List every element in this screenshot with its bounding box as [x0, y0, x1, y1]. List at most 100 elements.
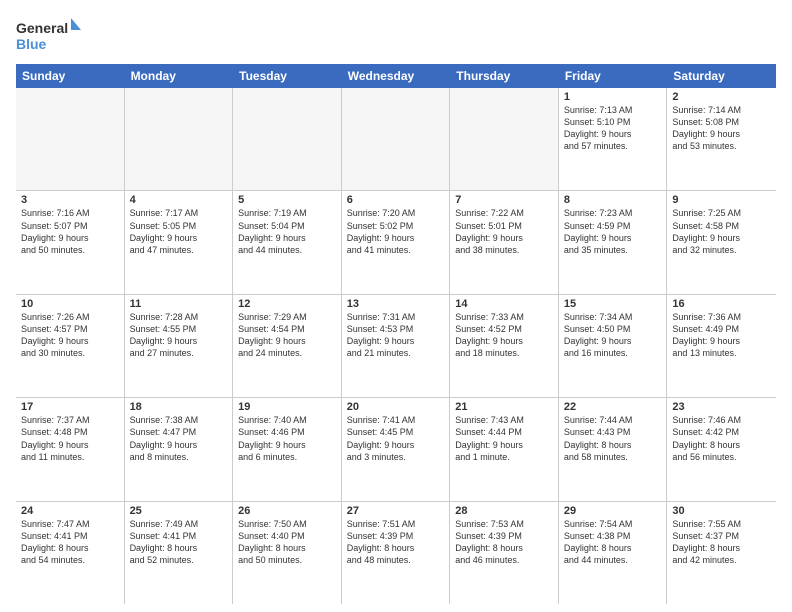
day-number: 20: [347, 401, 445, 413]
calendar-cell: 9Sunrise: 7:25 AM Sunset: 4:58 PM Daylig…: [667, 191, 776, 293]
calendar-cell: 23Sunrise: 7:46 AM Sunset: 4:42 PM Dayli…: [667, 398, 776, 500]
calendar-cell: 1Sunrise: 7:13 AM Sunset: 5:10 PM Daylig…: [559, 88, 668, 190]
day-number: 24: [21, 505, 119, 517]
day-info: Sunrise: 7:23 AM Sunset: 4:59 PM Dayligh…: [564, 207, 662, 256]
calendar-cell: 20Sunrise: 7:41 AM Sunset: 4:45 PM Dayli…: [342, 398, 451, 500]
day-info: Sunrise: 7:22 AM Sunset: 5:01 PM Dayligh…: [455, 207, 553, 256]
day-info: Sunrise: 7:13 AM Sunset: 5:10 PM Dayligh…: [564, 104, 662, 153]
day-header-monday: Monday: [125, 64, 234, 88]
svg-text:Blue: Blue: [16, 36, 47, 52]
day-number: 26: [238, 505, 336, 517]
day-number: 1: [564, 91, 662, 103]
calendar-cell: 8Sunrise: 7:23 AM Sunset: 4:59 PM Daylig…: [559, 191, 668, 293]
day-info: Sunrise: 7:36 AM Sunset: 4:49 PM Dayligh…: [672, 311, 771, 360]
day-info: Sunrise: 7:55 AM Sunset: 4:37 PM Dayligh…: [672, 518, 771, 567]
day-number: 21: [455, 401, 553, 413]
day-number: 9: [672, 194, 771, 206]
svg-text:General: General: [16, 20, 68, 36]
day-info: Sunrise: 7:44 AM Sunset: 4:43 PM Dayligh…: [564, 414, 662, 463]
day-number: 25: [130, 505, 228, 517]
calendar-cell: 3Sunrise: 7:16 AM Sunset: 5:07 PM Daylig…: [16, 191, 125, 293]
day-number: 28: [455, 505, 553, 517]
day-info: Sunrise: 7:34 AM Sunset: 4:50 PM Dayligh…: [564, 311, 662, 360]
day-number: 14: [455, 298, 553, 310]
calendar-cell: 26Sunrise: 7:50 AM Sunset: 4:40 PM Dayli…: [233, 502, 342, 604]
calendar-cell: 7Sunrise: 7:22 AM Sunset: 5:01 PM Daylig…: [450, 191, 559, 293]
day-number: 18: [130, 401, 228, 413]
day-number: 2: [672, 91, 771, 103]
day-number: 3: [21, 194, 119, 206]
calendar-cell: 30Sunrise: 7:55 AM Sunset: 4:37 PM Dayli…: [667, 502, 776, 604]
day-info: Sunrise: 7:38 AM Sunset: 4:47 PM Dayligh…: [130, 414, 228, 463]
calendar-week-4: 17Sunrise: 7:37 AM Sunset: 4:48 PM Dayli…: [16, 398, 776, 501]
day-number: 17: [21, 401, 119, 413]
day-header-thursday: Thursday: [450, 64, 559, 88]
day-info: Sunrise: 7:33 AM Sunset: 4:52 PM Dayligh…: [455, 311, 553, 360]
day-number: 4: [130, 194, 228, 206]
header: GeneralBlue: [16, 16, 776, 56]
day-header-sunday: Sunday: [16, 64, 125, 88]
day-number: 22: [564, 401, 662, 413]
calendar-cell: [450, 88, 559, 190]
day-number: 30: [672, 505, 771, 517]
calendar-cell: 5Sunrise: 7:19 AM Sunset: 5:04 PM Daylig…: [233, 191, 342, 293]
calendar-cell: 18Sunrise: 7:38 AM Sunset: 4:47 PM Dayli…: [125, 398, 234, 500]
day-header-friday: Friday: [559, 64, 668, 88]
day-number: 27: [347, 505, 445, 517]
calendar-cell: 14Sunrise: 7:33 AM Sunset: 4:52 PM Dayli…: [450, 295, 559, 397]
calendar-body: 1Sunrise: 7:13 AM Sunset: 5:10 PM Daylig…: [16, 88, 776, 604]
day-info: Sunrise: 7:40 AM Sunset: 4:46 PM Dayligh…: [238, 414, 336, 463]
day-info: Sunrise: 7:51 AM Sunset: 4:39 PM Dayligh…: [347, 518, 445, 567]
calendar-cell: 13Sunrise: 7:31 AM Sunset: 4:53 PM Dayli…: [342, 295, 451, 397]
day-number: 13: [347, 298, 445, 310]
day-info: Sunrise: 7:16 AM Sunset: 5:07 PM Dayligh…: [21, 207, 119, 256]
day-number: 8: [564, 194, 662, 206]
calendar-cell: 11Sunrise: 7:28 AM Sunset: 4:55 PM Dayli…: [125, 295, 234, 397]
day-header-wednesday: Wednesday: [342, 64, 451, 88]
calendar-week-5: 24Sunrise: 7:47 AM Sunset: 4:41 PM Dayli…: [16, 502, 776, 604]
day-header-saturday: Saturday: [667, 64, 776, 88]
day-info: Sunrise: 7:31 AM Sunset: 4:53 PM Dayligh…: [347, 311, 445, 360]
calendar-cell: 6Sunrise: 7:20 AM Sunset: 5:02 PM Daylig…: [342, 191, 451, 293]
day-info: Sunrise: 7:53 AM Sunset: 4:39 PM Dayligh…: [455, 518, 553, 567]
calendar-header: SundayMondayTuesdayWednesdayThursdayFrid…: [16, 64, 776, 88]
day-number: 6: [347, 194, 445, 206]
day-info: Sunrise: 7:47 AM Sunset: 4:41 PM Dayligh…: [21, 518, 119, 567]
day-info: Sunrise: 7:50 AM Sunset: 4:40 PM Dayligh…: [238, 518, 336, 567]
calendar-cell: 25Sunrise: 7:49 AM Sunset: 4:41 PM Dayli…: [125, 502, 234, 604]
calendar-week-3: 10Sunrise: 7:26 AM Sunset: 4:57 PM Dayli…: [16, 295, 776, 398]
day-number: 5: [238, 194, 336, 206]
day-info: Sunrise: 7:43 AM Sunset: 4:44 PM Dayligh…: [455, 414, 553, 463]
day-info: Sunrise: 7:41 AM Sunset: 4:45 PM Dayligh…: [347, 414, 445, 463]
day-info: Sunrise: 7:25 AM Sunset: 4:58 PM Dayligh…: [672, 207, 771, 256]
day-info: Sunrise: 7:17 AM Sunset: 5:05 PM Dayligh…: [130, 207, 228, 256]
calendar-cell: 24Sunrise: 7:47 AM Sunset: 4:41 PM Dayli…: [16, 502, 125, 604]
day-info: Sunrise: 7:49 AM Sunset: 4:41 PM Dayligh…: [130, 518, 228, 567]
logo: GeneralBlue: [16, 16, 86, 56]
day-number: 23: [672, 401, 771, 413]
page: GeneralBlue SundayMondayTuesdayWednesday…: [0, 0, 792, 612]
calendar-cell: 19Sunrise: 7:40 AM Sunset: 4:46 PM Dayli…: [233, 398, 342, 500]
day-info: Sunrise: 7:28 AM Sunset: 4:55 PM Dayligh…: [130, 311, 228, 360]
calendar-week-1: 1Sunrise: 7:13 AM Sunset: 5:10 PM Daylig…: [16, 88, 776, 191]
day-info: Sunrise: 7:20 AM Sunset: 5:02 PM Dayligh…: [347, 207, 445, 256]
calendar-cell: 28Sunrise: 7:53 AM Sunset: 4:39 PM Dayli…: [450, 502, 559, 604]
calendar-cell: [342, 88, 451, 190]
calendar-cell: 10Sunrise: 7:26 AM Sunset: 4:57 PM Dayli…: [16, 295, 125, 397]
day-info: Sunrise: 7:54 AM Sunset: 4:38 PM Dayligh…: [564, 518, 662, 567]
calendar-cell: 16Sunrise: 7:36 AM Sunset: 4:49 PM Dayli…: [667, 295, 776, 397]
logo-svg: GeneralBlue: [16, 16, 86, 56]
calendar-cell: 22Sunrise: 7:44 AM Sunset: 4:43 PM Dayli…: [559, 398, 668, 500]
calendar: SundayMondayTuesdayWednesdayThursdayFrid…: [16, 64, 776, 604]
calendar-cell: 29Sunrise: 7:54 AM Sunset: 4:38 PM Dayli…: [559, 502, 668, 604]
day-number: 29: [564, 505, 662, 517]
day-info: Sunrise: 7:14 AM Sunset: 5:08 PM Dayligh…: [672, 104, 771, 153]
calendar-cell: 4Sunrise: 7:17 AM Sunset: 5:05 PM Daylig…: [125, 191, 234, 293]
day-number: 15: [564, 298, 662, 310]
calendar-cell: 21Sunrise: 7:43 AM Sunset: 4:44 PM Dayli…: [450, 398, 559, 500]
day-header-tuesday: Tuesday: [233, 64, 342, 88]
day-number: 11: [130, 298, 228, 310]
day-info: Sunrise: 7:37 AM Sunset: 4:48 PM Dayligh…: [21, 414, 119, 463]
day-info: Sunrise: 7:19 AM Sunset: 5:04 PM Dayligh…: [238, 207, 336, 256]
day-number: 7: [455, 194, 553, 206]
